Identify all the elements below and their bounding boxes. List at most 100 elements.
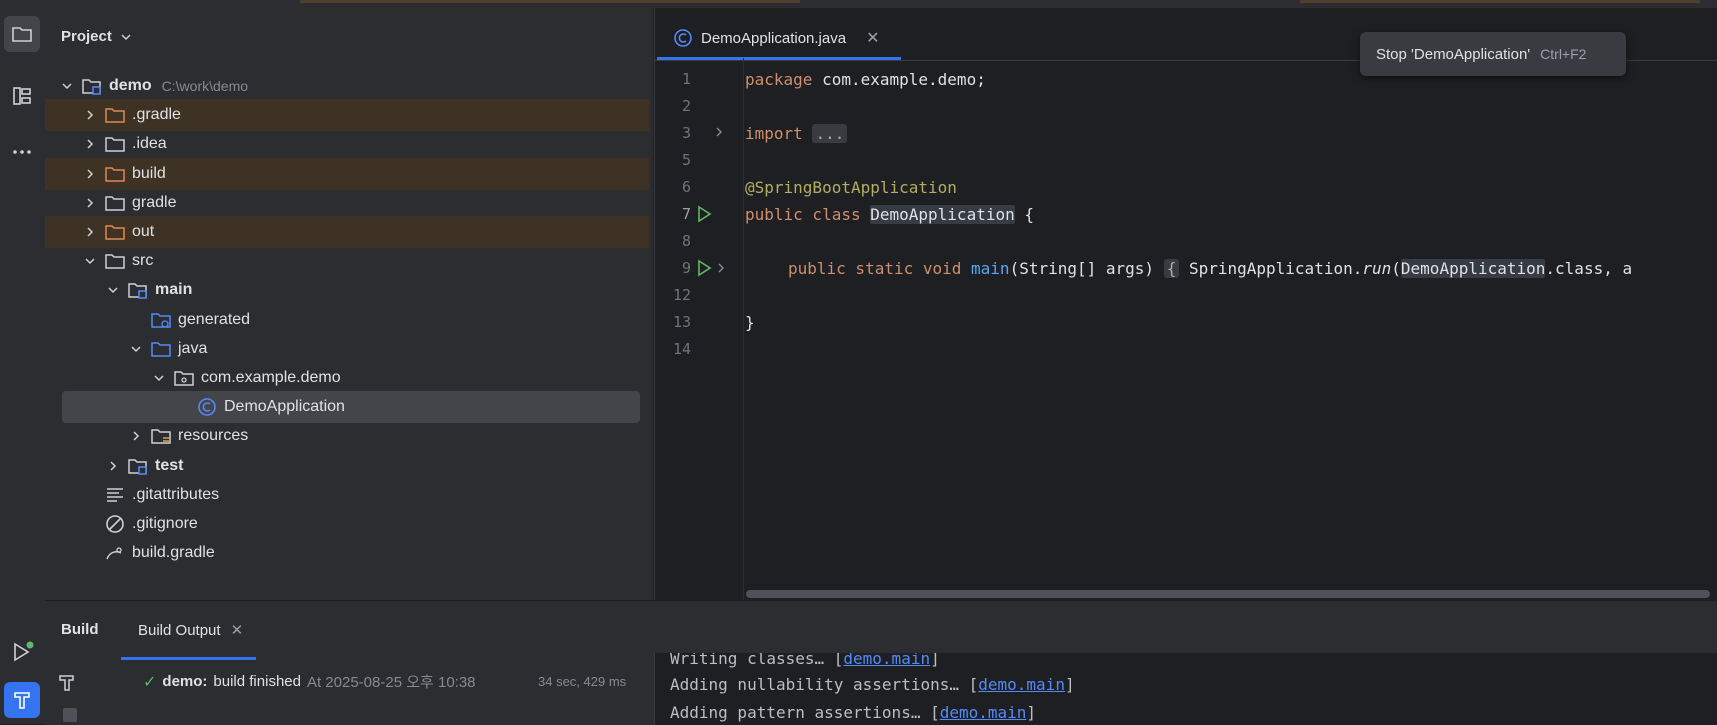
run-gutter-icon[interactable] <box>695 259 713 277</box>
tree-item-generated[interactable]: generated <box>45 304 649 336</box>
tree-item-build-gradle[interactable]: build.gradle <box>45 537 649 569</box>
tool-window-strip <box>0 8 46 724</box>
hammer-icon <box>14 692 30 709</box>
output-link[interactable]: demo.main <box>978 675 1065 694</box>
tree-item-main[interactable]: main <box>45 274 649 306</box>
fold-chevron-icon[interactable] <box>713 126 725 138</box>
chevron-down-icon[interactable] <box>151 370 167 386</box>
tree-item-label: build <box>132 164 166 182</box>
output-text: ] <box>1026 703 1037 722</box>
chevron-right-icon[interactable] <box>128 428 144 444</box>
structure-tool-button[interactable] <box>4 78 40 114</box>
tree-item-label: .gitattributes <box>132 485 220 503</box>
fold-chevron-icon[interactable] <box>715 262 727 274</box>
excluded-folder-icon <box>104 163 126 185</box>
tree-item-com-example-demo[interactable]: com.example.demo <box>45 362 649 394</box>
output-line: Writing classes… [demo.main] <box>670 653 940 668</box>
code-text: SpringApplication. <box>1179 259 1363 278</box>
chevron-right-icon[interactable] <box>82 166 98 182</box>
output-text: ] <box>1064 675 1075 694</box>
tree-item-label: java <box>178 339 208 357</box>
spring-boot-class-icon <box>196 396 218 418</box>
tree-item-gitattributes[interactable]: .gitattributes <box>45 479 649 511</box>
build-panel-title: Build <box>61 621 99 638</box>
code-text: ( <box>1391 259 1401 278</box>
build-duration: 34 sec, 429 ms <box>538 674 627 689</box>
tree-item-label: gradle <box>132 193 177 211</box>
code-text: (String[] args) <box>1009 259 1164 278</box>
tree-item-resources[interactable]: resources <box>45 420 649 452</box>
tree-item-label: .idea <box>132 135 167 153</box>
tree-item-path: C:\work\demo <box>161 78 249 94</box>
build-status-row[interactable]: ✓ demo: build finished At 2025-08-25 오후 … <box>143 671 476 692</box>
code-line-1[interactable]: package com.example.demo; <box>745 70 986 89</box>
module-folder-icon <box>127 455 149 477</box>
editor-area: DemoApplication.java ✕ Stop 'DemoApplica… <box>654 8 1717 600</box>
run-tool-button[interactable] <box>4 634 40 670</box>
tree-item-test[interactable]: test <box>45 450 649 482</box>
tree-item-gradle[interactable]: gradle <box>45 187 649 219</box>
folded-imports[interactable]: ... <box>812 124 848 143</box>
run-gutter-icon[interactable] <box>695 205 713 223</box>
resources-folder-icon <box>150 425 172 447</box>
hammer-icon[interactable] <box>57 673 77 693</box>
class-name: DemoApplication <box>870 205 1015 224</box>
tooltip-text: Stop 'DemoApplication' <box>1376 45 1531 63</box>
close-icon[interactable]: ✕ <box>866 28 879 48</box>
editor-horizontal-scrollbar[interactable] <box>746 590 1710 598</box>
code-line-3[interactable]: import ... <box>745 124 848 143</box>
chevron-right-icon[interactable] <box>82 195 98 211</box>
gradle-file-icon <box>104 542 126 564</box>
tree-item-label: src <box>132 252 154 270</box>
editor-gutter: 1 2 3 5 6 7 8 9 12 13 14 <box>655 58 744 600</box>
code-line-13[interactable]: } <box>745 313 755 332</box>
active-tab-indicator <box>121 657 256 660</box>
chevron-right-icon[interactable] <box>82 224 98 240</box>
tree-item-gradle[interactable]: .gradle <box>45 99 649 132</box>
code-line-9[interactable]: public static void main(String[] args) {… <box>788 259 1632 278</box>
tree-item-gitignore[interactable]: .gitignore <box>45 508 649 540</box>
tree-item-demo[interactable]: demo C:\work\demo <box>45 70 649 102</box>
project-tool-button[interactable] <box>4 16 40 52</box>
chevron-right-icon[interactable] <box>82 107 98 123</box>
project-panel-header[interactable]: Project <box>61 28 132 45</box>
output-link[interactable]: demo.main <box>843 653 930 668</box>
code-line-7[interactable]: public class DemoApplication { <box>745 205 1034 224</box>
tree-item-label: .gitignore <box>132 515 198 532</box>
tree-item-idea[interactable]: .idea <box>45 128 649 160</box>
tree-item-out[interactable]: out <box>45 216 649 248</box>
tree-item-label: resources <box>178 427 249 445</box>
tree-item-java[interactable]: java <box>45 333 649 365</box>
tree-item-src[interactable]: src <box>45 245 649 277</box>
folder-icon <box>104 133 126 155</box>
build-status-time: At 2025-08-25 오후 10:38 <box>306 674 476 691</box>
keyword: public static void <box>788 259 962 278</box>
tree-item-label: DemoApplication <box>224 398 345 416</box>
close-icon[interactable]: ✕ <box>231 621 244 639</box>
chevron-down-icon[interactable] <box>105 282 121 298</box>
folded-body[interactable]: { <box>1163 259 1180 278</box>
tab-build-output[interactable]: Build Output ✕ <box>138 621 244 640</box>
chevron-down-icon[interactable] <box>82 253 98 269</box>
tree-item-demoapplication[interactable]: DemoApplication <box>62 391 640 424</box>
line-number: 3 <box>681 124 691 142</box>
build-status-name: demo: <box>162 673 208 690</box>
build-tool-button[interactable] <box>4 682 40 718</box>
editor-tab-demoapplication[interactable]: DemoApplication.java ✕ <box>673 16 879 60</box>
output-link[interactable]: demo.main <box>940 703 1027 722</box>
chevron-down-icon[interactable] <box>128 341 144 357</box>
build-status-text: build finished <box>213 673 301 690</box>
code-text: com.example.demo; <box>812 70 986 89</box>
more-tools-button[interactable] <box>4 134 40 170</box>
code-line-6[interactable]: @SpringBootApplication <box>745 178 957 197</box>
build-panel: Build Build Output ✕ ✓ demo: build finis… <box>45 600 1717 725</box>
line-number: 5 <box>681 151 691 169</box>
tree-item-label: demo <box>109 77 152 94</box>
chevron-down-icon[interactable] <box>59 78 75 94</box>
line-number: 14 <box>672 340 691 358</box>
tree-item-build[interactable]: build <box>45 157 649 190</box>
stop-build-icon[interactable] <box>63 708 77 722</box>
chevron-right-icon[interactable] <box>82 136 98 152</box>
chevron-right-icon[interactable] <box>105 458 121 474</box>
